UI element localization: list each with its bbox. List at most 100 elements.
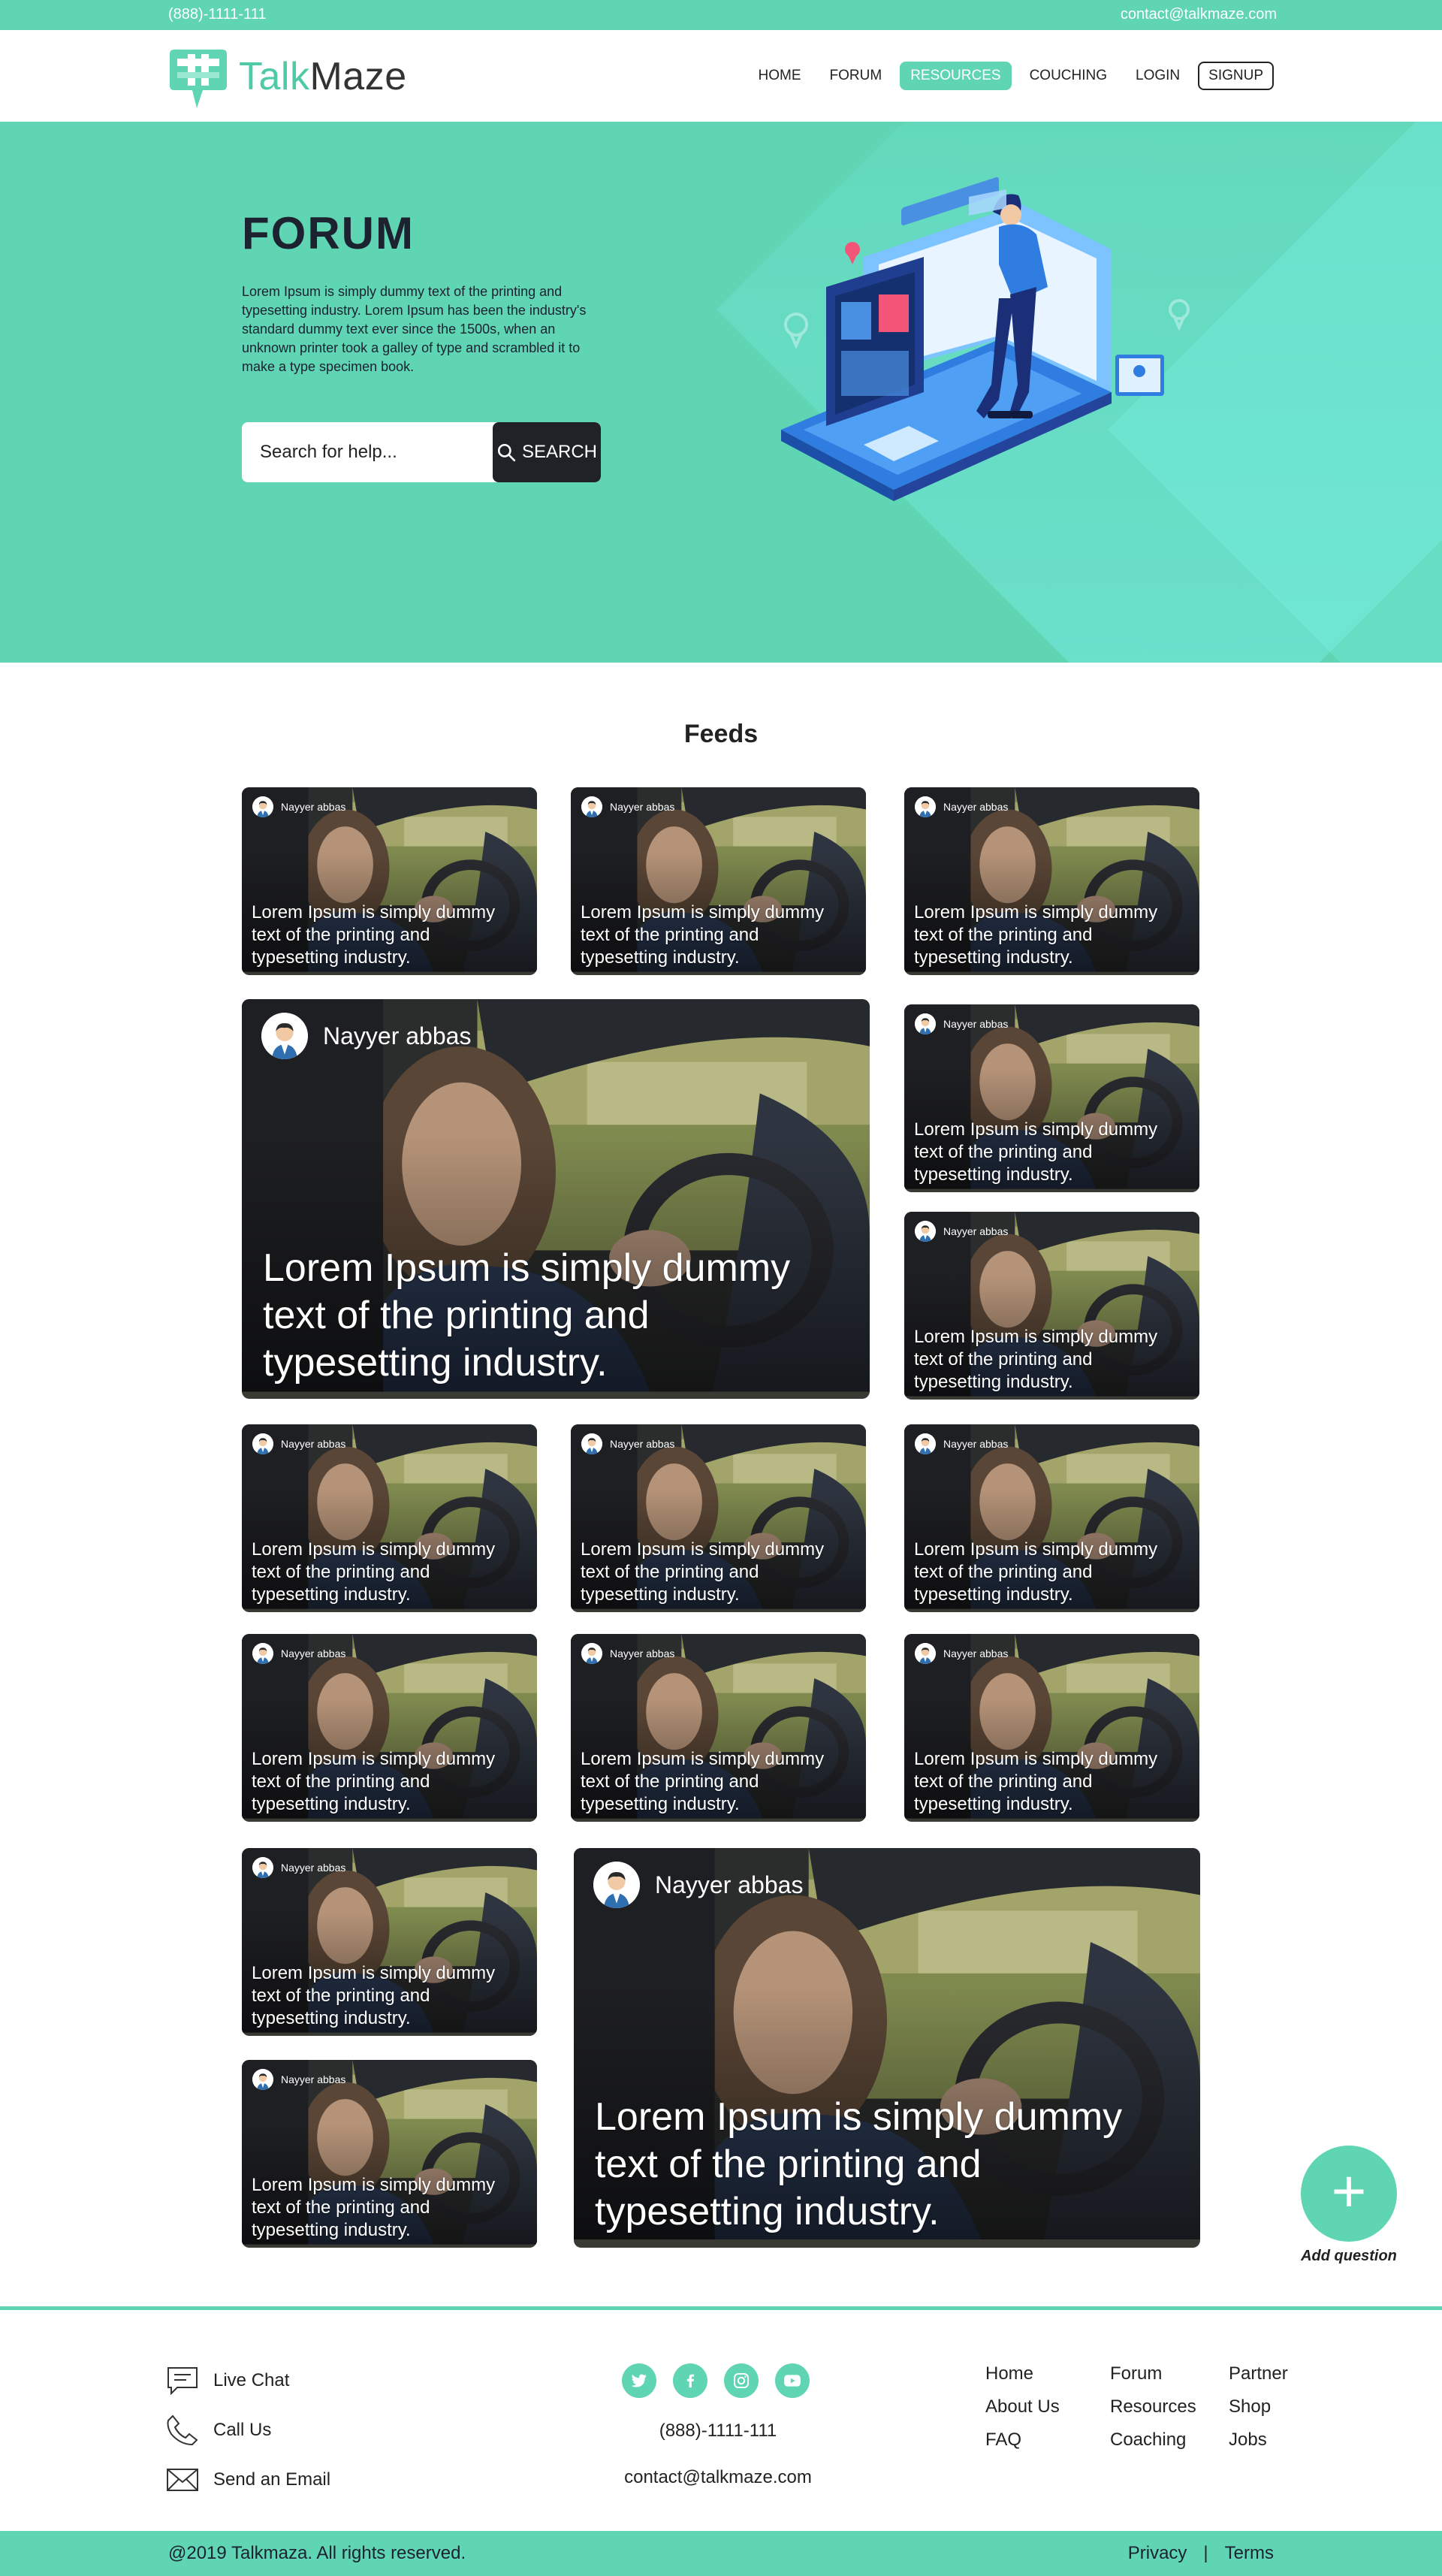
author-name: Nayyer abbas [281,1647,346,1659]
feed-author[interactable]: Nayyer abbas [252,1433,345,1454]
avatar [915,1013,936,1034]
feed-card[interactable]: Nayyer abbas Lorem Ipsum is simply dummy … [904,1004,1199,1192]
footer-link-jobs[interactable]: Jobs [1229,2423,1288,2457]
footer-links-col-1: Home About Us FAQ [985,2357,1060,2457]
footer-link-about[interactable]: About Us [985,2390,1060,2423]
send-email-label: Send an Email [213,2469,331,2490]
feed-caption: Lorem Ipsum is simply dummy text of the … [263,1246,791,1385]
add-question-button[interactable]: + [1301,2146,1397,2242]
search-icon [497,443,516,462]
feed-caption: Lorem Ipsum is simply dummy text of the … [581,1749,825,1814]
feed-caption: Lorem Ipsum is simply dummy text of the … [914,1539,1158,1605]
feed-caption: Lorem Ipsum is simply dummy text of the … [914,1119,1158,1185]
feed-card[interactable]: Nayyer abbas Lorem Ipsum is simply dummy … [571,1634,866,1822]
feed-card[interactable]: Nayyer abbas Lorem Ipsum is simply dummy … [242,2060,537,2248]
feed-author[interactable]: Nayyer abbas [581,1433,674,1454]
feed-author[interactable]: Nayyer abbas [915,1433,1008,1454]
footer-links-col-2: Forum Resources Coaching [1110,2357,1196,2457]
footer-link-resources[interactable]: Resources [1110,2390,1196,2423]
feed-author[interactable]: Nayyer abbas [581,796,674,817]
feed-card[interactable]: Nayyer abbas Lorem Ipsum is simply dummy … [242,787,537,975]
footer-phone[interactable]: (888)-1111-111 [526,2420,910,2442]
terms-link[interactable]: Terms [1225,2543,1274,2564]
search-input[interactable] [242,422,493,482]
author-name: Nayyer abbas [610,1438,675,1450]
author-name: Nayyer abbas [281,1438,346,1450]
avatar [915,1221,936,1242]
feed-card[interactable]: Nayyer abbas Lorem Ipsum is simply dummy … [904,787,1199,975]
avatar [915,796,936,817]
hero-description: Lorem Ipsum is simply dummy text of the … [242,284,587,374]
instagram-icon[interactable] [724,2363,759,2398]
footer-link-home[interactable]: Home [985,2357,1060,2390]
feed-author[interactable]: Nayyer abbas [915,796,1008,817]
footer-link-partner[interactable]: Partner [1229,2357,1288,2390]
plus-icon: + [1331,2158,1367,2224]
call-us-link[interactable]: Call Us [165,2413,271,2448]
top-email[interactable]: contact@talkmaze.com [1121,6,1277,23]
footer-link-shop[interactable]: Shop [1229,2390,1288,2423]
feed-card[interactable]: Nayyer abbas Lorem Ipsum is simply dummy … [571,787,866,975]
top-contact-bar: (888)-1111-111 contact@talkmaze.com [0,0,1442,30]
feed-card[interactable]: Nayyer abbas Lorem Ipsum is simply dummy … [904,1424,1199,1612]
author-name: Nayyer abbas [610,801,675,813]
feed-caption: Lorem Ipsum is simply dummy text of the … [581,1539,825,1605]
footer-email[interactable]: contact@talkmaze.com [526,2467,910,2488]
feed-author[interactable]: Nayyer abbas [581,1643,674,1664]
social-links [622,2363,810,2398]
feed-card[interactable]: Nayyer abbas Lorem Ipsum is simply dummy … [242,1634,537,1822]
search-button[interactable]: SEARCH [493,422,601,482]
nav-login[interactable]: LOGIN [1125,62,1190,90]
footer-link-coaching[interactable]: Coaching [1110,2423,1196,2457]
author-name: Nayyer abbas [943,1225,1009,1237]
live-chat-link[interactable]: Live Chat [165,2363,289,2398]
feed-author[interactable]: Nayyer abbas [593,1862,803,1908]
feed-author[interactable]: Nayyer abbas [915,1643,1008,1664]
twitter-icon[interactable] [622,2363,656,2398]
search-button-label: SEARCH [521,442,598,462]
footer-link-faq[interactable]: FAQ [985,2423,1060,2457]
logo-icon [170,50,227,108]
feed-author[interactable]: Nayyer abbas [252,1643,345,1664]
avatar [593,1862,640,1908]
feed-author[interactable]: Nayyer abbas [915,1221,1008,1242]
nav-signup[interactable]: SIGNUP [1198,62,1274,90]
feed-card[interactable]: Nayyer abbas Lorem Ipsum is simply dummy … [904,1634,1199,1822]
logo[interactable]: TalkMaze [167,44,407,110]
forum-illustration [781,177,1190,501]
feed-card[interactable]: Nayyer abbas Lorem Ipsum is simply dummy … [242,1424,537,1612]
feed-author[interactable]: Nayyer abbas [252,2069,345,2090]
feed-author[interactable]: Nayyer abbas [252,796,345,817]
nav-couching[interactable]: COUCHING [1019,62,1118,90]
feed-author[interactable]: Nayyer abbas [261,1013,471,1059]
nav-resources[interactable]: RESOURCES [900,62,1012,90]
avatar [581,1433,602,1454]
feed-author[interactable]: Nayyer abbas [252,1857,345,1878]
feed-card[interactable]: Nayyer abbas Lorem Ipsum is simply dummy … [242,1848,537,2036]
privacy-link[interactable]: Privacy [1128,2543,1187,2564]
nav-home[interactable]: HOME [748,62,812,90]
add-question-label: Add question [1301,2248,1397,2264]
avatar [252,2069,273,2090]
feed-card[interactable]: Nayyer abbas Lorem Ipsum is simply dummy … [571,1424,866,1612]
feed-card-featured[interactable]: Nayyer abbas Lorem Ipsum is simply dummy … [574,1848,1200,2248]
facebook-icon[interactable] [673,2363,707,2398]
chat-icon [167,2367,198,2396]
youtube-icon[interactable] [775,2363,810,2398]
footer-links-col-3: Partner Shop Jobs [1229,2357,1288,2457]
copyright-text: @2019 Talkmaza. All rights reserved. [168,2543,466,2563]
send-email-link[interactable]: Send an Email [165,2463,330,2497]
footer-link-forum[interactable]: Forum [1110,2357,1196,2390]
avatar [252,1433,273,1454]
legal-links: Privacy | Terms [1128,2543,1274,2564]
feed-caption: Lorem Ipsum is simply dummy text of the … [914,1327,1158,1392]
logo-text: TalkMaze [239,55,407,98]
top-phone[interactable]: (888)-1111-111 [168,6,266,23]
feed-card-featured[interactable]: Nayyer abbas Lorem Ipsum is simply dummy … [242,999,870,1399]
author-name: Nayyer abbas [281,2073,346,2085]
feed-card[interactable]: Nayyer abbas Lorem Ipsum is simply dummy … [904,1212,1199,1400]
author-name: Nayyer abbas [943,1647,1009,1659]
nav-forum[interactable]: FORUM [819,62,893,90]
mail-icon [167,2469,198,2491]
feed-author[interactable]: Nayyer abbas [915,1013,1008,1034]
